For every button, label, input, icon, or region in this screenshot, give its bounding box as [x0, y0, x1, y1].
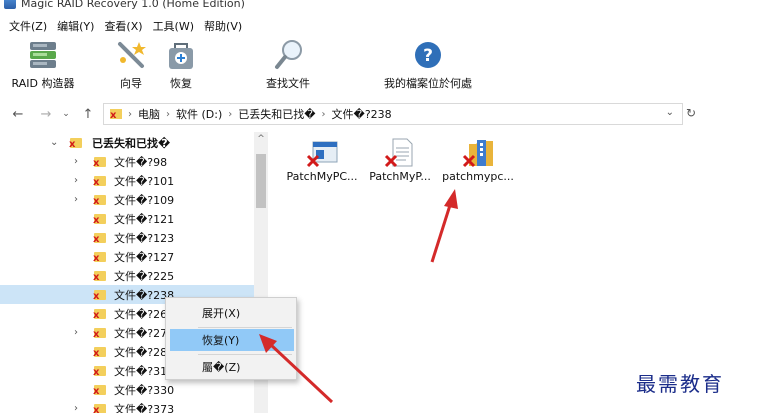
tree-item[interactable]: x 文件�?330	[0, 380, 254, 399]
recover-label: 恢复	[170, 77, 192, 90]
menu-bar: 文件(Z) 编辑(Y) 查看(X) 工具(W) 帮助(V)	[0, 16, 758, 36]
tree-item[interactable]: x 文件�?225	[0, 266, 254, 285]
chevron-right-icon[interactable]: ›	[74, 175, 78, 186]
folder-deleted-icon: x	[93, 232, 106, 245]
tree-item[interactable]: x 文件�?121	[0, 209, 254, 228]
folder-deleted-icon: x	[93, 156, 106, 169]
chevron-right-icon[interactable]: ›	[74, 327, 78, 338]
crumb-separator: ›	[166, 108, 170, 120]
tree-item[interactable]: x 文件�?123	[0, 228, 254, 247]
crumb-current-folder[interactable]: 文件�?238	[332, 106, 392, 122]
recover-bag-icon	[161, 38, 201, 72]
address-bar: ← → ⌄ ↑ x › 电脑 › 软件 (D:) › 已丢失和已找� › 文件�…	[0, 101, 758, 127]
window-file-icon	[304, 136, 340, 170]
file-item[interactable]: patchmypc...	[438, 132, 516, 192]
chevron-right-icon[interactable]: ›	[74, 194, 78, 205]
context-menu: 展开(X) 恢复(Y) 屬�(Z)	[165, 297, 297, 380]
raid-builder-label: RAID 构造器	[11, 77, 75, 90]
crumb-separator: ›	[228, 108, 233, 120]
folder-deleted-icon: x	[93, 403, 106, 413]
folder-deleted-icon: x	[93, 270, 106, 283]
file-name: PatchMyP...	[369, 170, 431, 183]
context-menu-properties[interactable]: 屬�(Z)	[170, 356, 294, 378]
magnifier-icon	[268, 38, 308, 72]
document-file-icon	[382, 136, 418, 170]
crumb-computer[interactable]: 电脑	[138, 106, 160, 122]
address-dropdown-chevron-icon[interactable]: ⌄	[666, 107, 674, 118]
file-name: patchmypc...	[442, 170, 514, 183]
tree-item[interactable]: › x 文件�?98	[0, 152, 254, 171]
folder-deleted-icon: x	[110, 108, 122, 121]
chevron-down-icon[interactable]: ⌄	[50, 137, 58, 148]
menu-edit[interactable]: 编辑(Y)	[52, 18, 99, 34]
tree-item[interactable]: › x 文件�?373	[0, 399, 254, 413]
wizard-button[interactable]: 向导	[111, 38, 151, 96]
folder-deleted-icon: x	[93, 213, 106, 226]
crumb-separator: ›	[321, 108, 326, 120]
crumb-separator: ›	[128, 108, 132, 120]
folder-deleted-icon: x	[93, 384, 106, 397]
raid-builder-button[interactable]: RAID 构造器	[8, 38, 78, 96]
find-files-label: 查找文件	[266, 77, 310, 90]
context-menu-recover[interactable]: 恢复(Y)	[170, 329, 294, 351]
recent-chevron-down-icon[interactable]: ⌄	[58, 109, 74, 119]
folder-deleted-icon: x	[93, 175, 106, 188]
file-item[interactable]: PatchMyPC...	[282, 132, 360, 192]
menu-file[interactable]: 文件(Z)	[4, 18, 52, 34]
folder-deleted-icon: x	[93, 365, 106, 378]
menu-help[interactable]: 帮助(V)	[199, 18, 247, 34]
window-title: Magic RAID Recovery 1.0 (Home Edition)	[21, 0, 245, 10]
folder-deleted-icon: x	[93, 289, 106, 302]
crumb-drive[interactable]: 软件 (D:)	[176, 106, 222, 122]
back-arrow-icon[interactable]: ←	[10, 107, 26, 122]
watermark-text: 最需教育	[636, 372, 724, 396]
folder-deleted-icon: x	[69, 137, 82, 150]
up-arrow-icon[interactable]: ↑	[80, 107, 96, 122]
menu-tools[interactable]: 工具(W)	[148, 18, 199, 34]
crumb-lost-and-found[interactable]: 已丢失和已找�	[238, 106, 315, 122]
app-icon	[4, 0, 16, 9]
folder-deleted-icon: x	[93, 346, 106, 359]
context-menu-divider	[198, 327, 292, 328]
where-is-my-file-label: 我的檔案位於何處	[384, 77, 472, 90]
menu-view[interactable]: 查看(X)	[99, 18, 147, 34]
chevron-right-icon[interactable]: ›	[74, 403, 78, 413]
tree-item[interactable]: x 文件�?127	[0, 247, 254, 266]
folder-deleted-icon: x	[93, 327, 106, 340]
folder-deleted-icon: x	[93, 308, 106, 321]
file-name: PatchMyPC...	[286, 170, 358, 183]
file-item[interactable]: PatchMyP...	[360, 132, 438, 192]
scrollbar-thumb[interactable]	[256, 154, 266, 208]
scroll-up-chevron-icon[interactable]: ^	[254, 134, 268, 144]
help-question-icon: ?	[408, 38, 448, 72]
context-menu-expand[interactable]: 展开(X)	[170, 302, 294, 324]
chevron-right-icon[interactable]: ›	[74, 156, 78, 167]
archive-file-icon	[460, 136, 496, 170]
forward-arrow-icon[interactable]: →	[38, 107, 54, 122]
tree-item[interactable]: › x 文件�?109	[0, 190, 254, 209]
wizard-wand-icon	[111, 38, 151, 72]
refresh-icon[interactable]: ↻	[686, 106, 696, 120]
context-menu-divider	[198, 354, 292, 355]
folder-deleted-icon: x	[93, 194, 106, 207]
folder-deleted-icon: x	[93, 251, 106, 264]
recover-button[interactable]: 恢复	[161, 38, 201, 96]
svg-text:?: ?	[423, 46, 433, 66]
title-bar: Magic RAID Recovery 1.0 (Home Edition)	[0, 0, 758, 12]
toolbar: RAID 构造器 向导 恢复 查找文件 ? 我的檔案位於何處	[0, 38, 758, 96]
where-is-my-file-button[interactable]: ? 我的檔案位於何處	[372, 38, 484, 96]
tree-root-lost-and-found[interactable]: ⌄ x 已丢失和已找�	[0, 133, 254, 152]
tree-item[interactable]: › x 文件�?101	[0, 171, 254, 190]
server-stack-icon	[23, 38, 63, 72]
address-path[interactable]: x › 电脑 › 软件 (D:) › 已丢失和已找� › 文件�?238 ⌄	[103, 103, 683, 125]
find-files-button[interactable]: 查找文件	[256, 38, 320, 96]
wizard-label: 向导	[120, 77, 142, 90]
